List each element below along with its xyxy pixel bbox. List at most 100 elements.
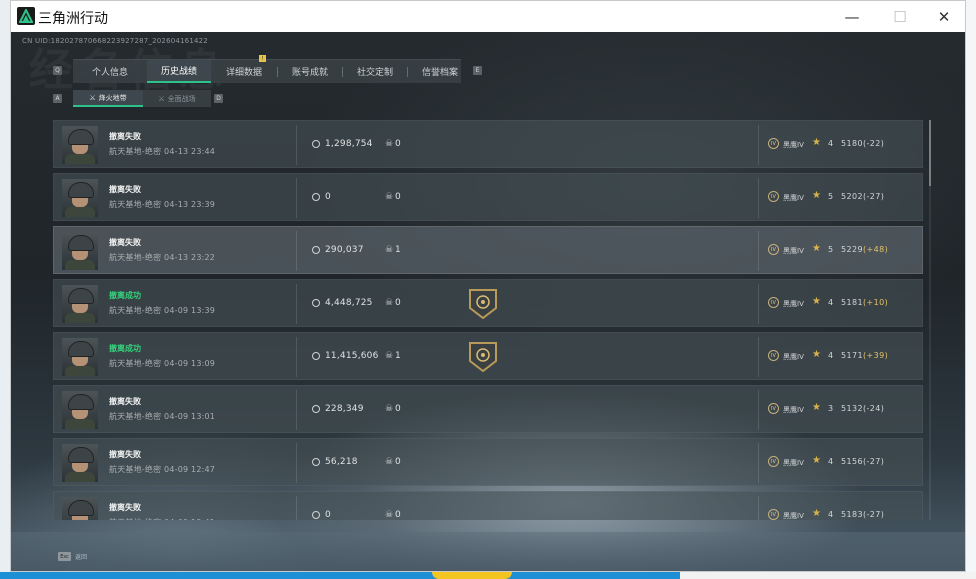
- match-row[interactable]: 撤离失败 航天基地-绝密 04-13 23:39 0 ☠ 0 IV 黑鹰IV ★…: [53, 173, 923, 221]
- subtab-label: 全面战场: [167, 94, 196, 103]
- match-date: 04-09 12:47: [164, 465, 216, 474]
- haul-value: 11,415,606: [325, 351, 379, 361]
- tab-history[interactable]: 历史战绩: [147, 60, 211, 83]
- operator-avatar: [62, 232, 98, 270]
- footer-bar: Esc 返回: [11, 532, 965, 571]
- match-map-time: 航天基地-绝密 04-09 12:47: [109, 464, 215, 475]
- score-delta: (-22): [862, 139, 885, 148]
- player-uid: CN UID:18202787066822392728​7_2026041614…: [22, 37, 208, 45]
- coin-icon: [312, 458, 320, 466]
- skull-icon: ☠: [385, 404, 394, 414]
- match-row[interactable]: 撤离成功 航天基地-绝密 04-09 13:09 11,415,606 ☠ 1 …: [53, 332, 923, 380]
- coin-icon: [312, 405, 320, 413]
- rank-emblem-icon: IV: [768, 297, 779, 308]
- coin-icon: [312, 299, 320, 307]
- match-row[interactable]: 撤离成功 航天基地-绝密 04-09 13:39 4,448,725 ☠ 0 I…: [53, 279, 923, 327]
- skull-icon: ☠: [385, 139, 394, 149]
- match-row[interactable]: 撤离失败 航天基地-绝密 04-09 13:01 228,349 ☠ 0 IV …: [53, 385, 923, 433]
- star-icon: ★: [812, 508, 821, 519]
- tab-social[interactable]: 社交定制: [343, 60, 407, 83]
- skull-icon: ☠: [385, 245, 394, 255]
- tab-profile[interactable]: 个人信息: [73, 60, 147, 83]
- rank-score: 5183(-27): [841, 510, 884, 519]
- map-name: 航天基地-绝密: [109, 359, 162, 368]
- row-divider: [758, 337, 759, 377]
- score-value: 5156: [841, 457, 863, 466]
- kill-count: 0: [395, 457, 401, 467]
- star-count: 5: [828, 245, 834, 254]
- maximize-button[interactable]: ☐: [877, 1, 923, 32]
- row-divider: [296, 178, 297, 218]
- scrollbar[interactable]: [929, 120, 931, 520]
- match-row[interactable]: 撤离失败 航天基地-绝密 04-13 23:44 1,298,754 ☠ 0 I…: [53, 120, 923, 168]
- rank-name: 黑鹰IV: [783, 247, 804, 255]
- tab-next-key[interactable]: E: [473, 66, 482, 75]
- map-name: 航天基地-绝密: [109, 306, 162, 315]
- star-icon: ★: [812, 243, 821, 254]
- rank-score: 5156(-27): [841, 457, 884, 466]
- close-button[interactable]: ✕: [921, 1, 965, 32]
- score-value: 5229: [841, 245, 863, 254]
- desktop-background: [966, 0, 976, 579]
- coin-icon: [312, 193, 320, 201]
- kill-count: 1: [395, 351, 401, 361]
- tab-prev-key[interactable]: Q: [53, 66, 62, 75]
- app-window: 三角洲行动 — ☐ ✕ 经名信息 CN UID:1820278706682239…: [10, 0, 966, 572]
- extraction-status: 撤离失败: [109, 132, 141, 141]
- operator-avatar: [62, 285, 98, 323]
- match-date: 04-09 13:39: [164, 306, 216, 315]
- window-title: 三角洲行动: [38, 11, 108, 27]
- row-divider: [296, 337, 297, 377]
- star-count: 3: [828, 404, 834, 413]
- star-icon: ★: [812, 190, 821, 201]
- rank-emblem-icon: IV: [768, 403, 779, 414]
- map-name: 航天基地-绝密: [109, 518, 161, 520]
- match-date: 04-09 12:41: [164, 518, 215, 520]
- map-name: 航天基地-绝密: [109, 147, 162, 156]
- score-delta: (-27): [862, 192, 885, 201]
- back-label[interactable]: 返回: [75, 552, 87, 561]
- rank-name: 黑鹰IV: [783, 194, 804, 202]
- minimize-button[interactable]: —: [829, 1, 875, 32]
- score-delta: (+48): [862, 245, 889, 254]
- match-map-time: 航天基地-绝密 04-09 12:41: [109, 517, 215, 520]
- tab-achievements[interactable]: 账号成就: [278, 60, 342, 83]
- main-tabs: 个人信息 历史战绩 详细数据 账号成就 社交定制 信誉档案: [73, 59, 461, 83]
- score-value: 5132: [841, 404, 863, 413]
- rank-name: 黑鹰IV: [783, 406, 804, 414]
- extraction-status: 撤离失败: [109, 238, 141, 247]
- scrollbar-thumb[interactable]: [929, 120, 931, 186]
- rank-name: 黑鹰IV: [783, 300, 804, 308]
- title-bar: 三角洲行动 — ☐ ✕: [11, 1, 965, 32]
- extraction-status: 撤离失败: [109, 397, 141, 406]
- esc-key[interactable]: Esc: [58, 552, 71, 561]
- match-map-time: 航天基地-绝密 04-09 13:09: [109, 358, 215, 369]
- score-delta: (+39): [862, 351, 889, 360]
- tab-reputation[interactable]: 信誉档案: [408, 60, 472, 83]
- row-divider: [296, 284, 297, 324]
- kill-count: 0: [395, 192, 401, 202]
- mode-tabs: ⚔ 烽火地带 ⚔ 全面战场: [73, 90, 211, 107]
- score-value: 5202: [841, 192, 863, 201]
- score-value: 5180: [841, 139, 863, 148]
- rank-score: 5180(-22): [841, 139, 884, 148]
- row-divider: [758, 178, 759, 218]
- match-row[interactable]: 撤离失败 航天基地-绝密 04-09 12:41 0 ☠ 0 IV 黑鹰IV ★…: [53, 491, 923, 520]
- notification-badge: !: [259, 55, 266, 62]
- haul-value: 0: [325, 192, 331, 202]
- row-divider: [296, 443, 297, 483]
- subtab-hazard-zone[interactable]: ⚔ 烽火地带: [73, 90, 143, 107]
- skull-icon: ☠: [385, 510, 394, 520]
- subtab-prev-key[interactable]: A: [53, 94, 62, 103]
- medal-icon: [468, 288, 498, 324]
- coin-icon: [312, 246, 320, 254]
- row-divider: [758, 284, 759, 324]
- match-row[interactable]: 撤离失败 航天基地-绝密 04-13 23:22 290,037 ☠ 1 IV …: [53, 226, 923, 274]
- match-map-time: 航天基地-绝密 04-13 23:44: [109, 146, 215, 157]
- subtab-full-battle[interactable]: ⚔ 全面战场: [143, 90, 211, 107]
- star-count: 4: [828, 139, 834, 148]
- subtab-next-key[interactable]: D: [214, 94, 223, 103]
- row-divider: [758, 496, 759, 520]
- tab-details[interactable]: 详细数据: [211, 60, 277, 83]
- match-row[interactable]: 撤离失败 航天基地-绝密 04-09 12:47 56,218 ☠ 0 IV 黑…: [53, 438, 923, 486]
